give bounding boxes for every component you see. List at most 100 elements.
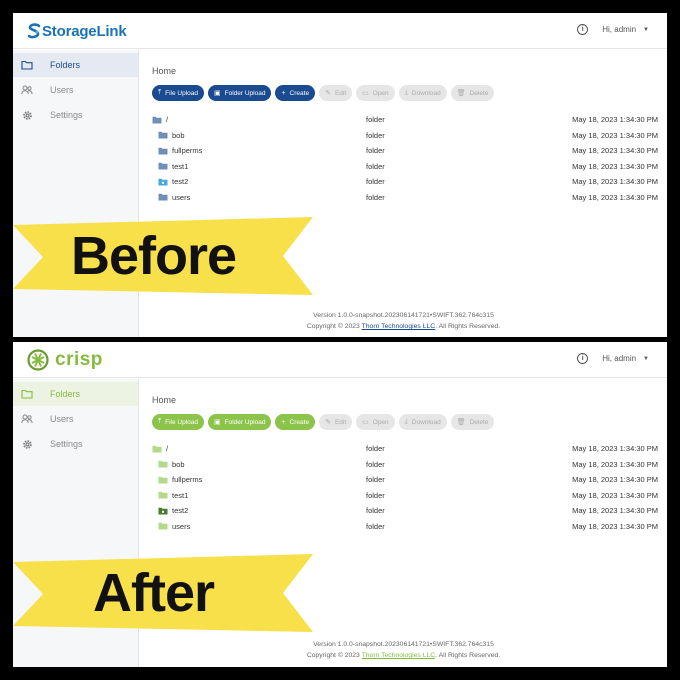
copyright-suffix: . All Rights Reserved.	[435, 323, 501, 330]
table-row[interactable]: / folder May 18, 2023 1:34:30 PM	[152, 112, 658, 127]
folder-icon	[158, 131, 168, 139]
row-type: folder	[366, 475, 385, 484]
table-row[interactable]: users folder May 18, 2023 1:34:30 PM	[152, 190, 658, 205]
info-icon[interactable]: i	[577, 24, 589, 35]
toolbar: ⤒ File Upload ▣ Folder Upload + Create ✎ Edi…	[152, 414, 498, 430]
sidebar-item-users[interactable]: Users	[13, 78, 138, 102]
upload-icon: ⤒	[158, 89, 162, 96]
download-button[interactable]: ⤓ Download	[398, 85, 447, 101]
table-row[interactable]: bob folder May 18, 2023 1:34:30 PM	[152, 457, 658, 472]
sidebar-item-settings[interactable]: Settings	[13, 432, 138, 456]
button-label: Create	[289, 89, 310, 97]
row-date: May 18, 2023 1:34:30 PM	[572, 444, 658, 453]
before-ribbon: Before	[13, 217, 313, 295]
copyright-prefix: Copyright © 2023	[306, 652, 362, 659]
after-ribbon: After	[13, 554, 313, 632]
button-label: File Upload	[165, 418, 198, 426]
button-label: File Upload	[165, 89, 198, 97]
create-button[interactable]: + Create	[275, 414, 316, 430]
delete-button[interactable]: 🗑 Delete	[450, 85, 495, 101]
upload-icon: ⤒	[158, 418, 162, 425]
table-row[interactable]: / folder May 18, 2023 1:34:30 PM	[152, 441, 658, 456]
folder-open-icon: ▭	[362, 419, 369, 426]
sidebar-item-folders[interactable]: Folders	[13, 382, 138, 406]
folder-icon	[152, 116, 162, 123]
sidebar-item-label: Users	[50, 85, 74, 95]
user-menu[interactable]: Hi, admin ▼	[602, 354, 649, 363]
button-label: Download	[411, 89, 441, 97]
download-icon: ⤓	[404, 89, 408, 96]
table-row[interactable]: fullperms folder May 18, 2023 1:34:30 PM	[152, 472, 658, 487]
row-name: bob	[172, 130, 185, 140]
company-link[interactable]: Thorn Technologies LLC	[362, 323, 436, 330]
download-button[interactable]: ⤓ Download	[398, 414, 447, 430]
sidebar-item-folders[interactable]: Folders	[13, 53, 138, 77]
user-menu[interactable]: Hi, admin ▼	[602, 25, 649, 34]
button-label: Edit	[334, 89, 347, 97]
gear-icon	[21, 109, 33, 121]
users-icon	[21, 413, 33, 425]
file-upload-button[interactable]: ⤒ File Upload	[152, 414, 204, 430]
row-date: May 18, 2023 1:34:30 PM	[572, 459, 658, 469]
delete-button[interactable]: 🗑 Delete	[450, 414, 495, 430]
top-bar: StorageLink i Hi, admin ▼	[13, 13, 667, 49]
button-label: Folder Upload	[224, 89, 266, 97]
button-label: Open	[372, 418, 389, 426]
row-date: May 18, 2023 1:34:30 PM	[572, 146, 658, 155]
row-name: users	[172, 521, 191, 531]
sidebar-item-label: Folders	[50, 389, 81, 399]
folder-icon	[21, 388, 33, 400]
trash-icon: 🗑	[456, 90, 466, 97]
row-type: folder	[366, 192, 385, 202]
folder-icon	[21, 59, 33, 71]
table-row[interactable]: test1 folder May 18, 2023 1:34:30 PM	[152, 159, 658, 174]
table-row[interactable]: test2 folder May 18, 2023 1:34:30 PM	[152, 174, 658, 189]
row-name: /	[166, 115, 169, 124]
create-button[interactable]: + Create	[275, 85, 316, 101]
before-label: Before	[71, 226, 237, 286]
folder-upload-button[interactable]: ▣ Folder Upload	[208, 414, 272, 430]
after-label: After	[93, 563, 215, 623]
folder-icon	[152, 445, 162, 452]
crisp-logo[interactable]: crisp	[27, 349, 103, 371]
row-date: May 18, 2023 1:34:30 PM	[572, 490, 658, 500]
row-type: folder	[366, 161, 385, 171]
footer: Version 1.0.0-snapshot.202306141721•SWIF…	[140, 310, 667, 332]
folder-upload-button[interactable]: ▣ Folder Upload	[208, 85, 272, 101]
info-icon[interactable]: i	[577, 353, 589, 364]
pencil-icon: ✎	[325, 419, 331, 426]
company-link[interactable]: Thorn Technologies LLC	[362, 652, 436, 659]
chevron-down-icon: ▼	[643, 355, 649, 362]
row-type: folder	[366, 459, 385, 469]
storagelink-logo[interactable]: StorageLink	[27, 21, 127, 41]
table-row[interactable]: users folder May 18, 2023 1:34:30 PM	[152, 519, 658, 534]
sidebar-item-users[interactable]: Users	[13, 407, 138, 431]
table-row[interactable]: bob folder May 18, 2023 1:34:30 PM	[152, 128, 658, 143]
file-upload-button[interactable]: ⤒ File Upload	[152, 85, 204, 101]
table-row[interactable]: test1 folder May 18, 2023 1:34:30 PM	[152, 488, 658, 503]
row-type: folder	[366, 490, 385, 500]
row-type: folder	[366, 115, 385, 124]
folder-upload-icon: ▣	[214, 90, 221, 97]
copyright-text: Copyright © 2023 Thorn Technologies LLC.…	[140, 650, 667, 661]
storagelink-logo-icon	[27, 23, 41, 39]
version-text: Version 1.0.0-snapshot.202306141721•SWIF…	[313, 312, 494, 319]
button-label: Folder Upload	[224, 418, 266, 426]
trash-icon: 🗑	[456, 419, 466, 426]
row-type: folder	[366, 130, 385, 140]
table-row[interactable]: fullperms folder May 18, 2023 1:34:30 PM	[152, 143, 658, 158]
row-date: May 18, 2023 1:34:30 PM	[572, 115, 658, 124]
sidebar-item-settings[interactable]: Settings	[13, 103, 138, 127]
table-row[interactable]: test2 folder May 18, 2023 1:34:30 PM	[152, 503, 658, 518]
open-button[interactable]: ▭ Open	[356, 414, 395, 430]
edit-button[interactable]: ✎ Edit	[319, 414, 353, 430]
row-type: folder	[366, 506, 385, 515]
row-name: fullperms	[172, 146, 203, 155]
breadcrumb[interactable]: Home	[152, 66, 176, 76]
shared-folder-icon	[158, 507, 168, 514]
open-button[interactable]: ▭ Open	[356, 85, 395, 101]
row-type: folder	[366, 146, 385, 155]
breadcrumb[interactable]: Home	[152, 395, 176, 405]
edit-button[interactable]: ✎ Edit	[319, 85, 353, 101]
button-label: Delete	[469, 89, 489, 97]
